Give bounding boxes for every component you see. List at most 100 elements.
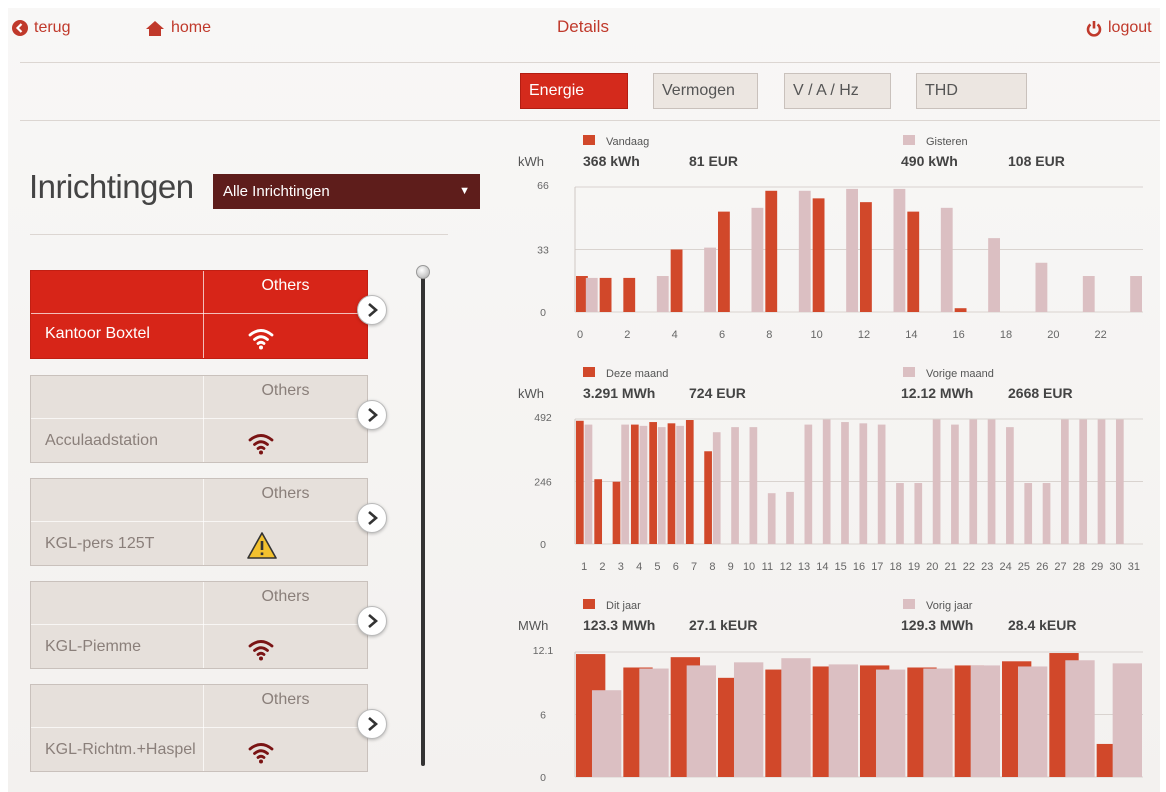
- tab-vah[interactable]: V / A / Hz: [784, 73, 891, 109]
- x-tick-label: 4: [636, 561, 642, 573]
- home-label: home: [171, 19, 212, 36]
- x-tick-label: 22: [1095, 329, 1107, 341]
- current-total: 368 kWh: [583, 153, 640, 169]
- bar-previous: [1097, 419, 1106, 544]
- legend-previous-swatch: [903, 367, 915, 377]
- current-cost: 724 EUR: [689, 385, 746, 401]
- card-divider-horizontal: [31, 418, 367, 419]
- device-card[interactable]: Others KGL-pers 125T: [30, 478, 387, 566]
- x-tick-label: 5: [654, 561, 660, 573]
- legend-previous-label: Vorige maand: [926, 368, 994, 380]
- bar-previous: [798, 190, 811, 312]
- bar-previous: [657, 427, 666, 544]
- legend-previous-label: Gisteren: [926, 136, 968, 148]
- bar-previous: [970, 665, 1000, 777]
- y-tick-label: 0: [540, 772, 546, 784]
- card-divider-horizontal: [31, 727, 367, 728]
- header-divider: [20, 62, 1160, 63]
- bar-previous: [923, 668, 953, 777]
- axis-unit-label: MWh: [518, 618, 548, 633]
- x-tick-label: 3: [618, 561, 624, 573]
- x-tick-label: 1: [581, 561, 587, 573]
- bar-previous: [1017, 666, 1048, 777]
- bar-current: [599, 277, 612, 312]
- previous-cost: 108 EUR: [1008, 153, 1065, 169]
- bar-previous: [584, 424, 593, 544]
- bar-previous: [951, 424, 959, 544]
- device-status: [246, 634, 276, 664]
- bar-previous: [731, 427, 739, 544]
- x-tick-label: 0: [577, 329, 583, 341]
- legend-current-label: Deze maand: [606, 368, 668, 380]
- x-tick-label: 12: [858, 329, 870, 341]
- legend-current-label: Dit jaar: [606, 600, 641, 612]
- device-card[interactable]: Others KGL-Richtm.+Haspel: [30, 684, 387, 772]
- x-tick-label: 31: [1128, 561, 1140, 573]
- device-name: Acculaadstation: [45, 432, 158, 449]
- tab-energie[interactable]: Energie: [520, 73, 628, 109]
- bar-previous: [639, 425, 648, 544]
- device-open-button[interactable]: [357, 503, 387, 533]
- axis-unit-label: kWh: [518, 386, 544, 401]
- bar-previous: [1065, 660, 1095, 777]
- bar-previous: [875, 669, 906, 777]
- tab-vermogen[interactable]: Vermogen: [653, 73, 758, 109]
- bar-current: [860, 202, 872, 312]
- device-card[interactable]: Others Kantoor Boxtel: [30, 270, 387, 359]
- x-tick-label: 6: [719, 329, 725, 341]
- x-tick-label: 29: [1091, 561, 1103, 573]
- card-divider-horizontal: [31, 624, 367, 625]
- bar-previous: [896, 483, 904, 544]
- x-tick-label: 8: [766, 329, 772, 341]
- logout-label: logout: [1108, 19, 1152, 36]
- bar-previous: [1115, 419, 1124, 544]
- back-arrow-icon: [12, 20, 28, 36]
- wifi-icon: [248, 434, 274, 455]
- logout-link[interactable]: logout: [1086, 19, 1152, 37]
- device-open-button[interactable]: [357, 606, 387, 636]
- device-category: Others: [261, 691, 310, 708]
- device-card[interactable]: Others Acculaadstation: [30, 375, 387, 463]
- device-filter-select[interactable]: Alle Inrichtingen ▼: [213, 174, 480, 209]
- device-card[interactable]: Others KGL-Piemme: [30, 581, 387, 669]
- chevron-right-icon: [368, 408, 378, 422]
- x-tick-label: 12: [780, 561, 792, 573]
- current-total: 3.291 MWh: [583, 385, 655, 401]
- monthly-energy-chart: Deze maand Vorige maand kWh 3.291 MWh 724 EU…: [518, 367, 1143, 573]
- device-open-button[interactable]: [357, 295, 387, 325]
- bar-previous: [591, 690, 622, 777]
- x-tick-label: 30: [1109, 561, 1121, 573]
- bar-current: [765, 190, 778, 312]
- app-window: terug home Details logout Energie Vermog…: [8, 8, 1160, 792]
- x-tick-label: 26: [1036, 561, 1048, 573]
- current-cost: 27.1 kEUR: [689, 617, 757, 633]
- bar-current: [907, 211, 920, 312]
- previous-cost: 28.4 kEUR: [1008, 617, 1076, 633]
- bar-previous: [767, 493, 776, 544]
- list-scrollbar[interactable]: [421, 272, 425, 766]
- y-tick-label: 492: [534, 412, 552, 424]
- wifi-icon: [248, 743, 274, 764]
- legend-previous-label: Vorig jaar: [926, 600, 973, 612]
- current-total: 123.3 MWh: [583, 617, 655, 633]
- bar-previous: [712, 432, 721, 544]
- device-open-button[interactable]: [357, 400, 387, 430]
- scrollbar-knob[interactable]: [416, 265, 430, 279]
- home-link[interactable]: home: [145, 19, 211, 37]
- back-link[interactable]: terug: [12, 19, 70, 37]
- section-title: Inrichtingen: [29, 168, 194, 205]
- dropdown-arrow-icon: ▼: [459, 185, 470, 197]
- bar-previous: [877, 424, 886, 544]
- x-tick-label: 19: [908, 561, 920, 573]
- x-tick-label: 28: [1073, 561, 1085, 573]
- back-label: terug: [34, 19, 71, 36]
- device-open-button[interactable]: [357, 709, 387, 739]
- legend-current-label: Vandaag: [606, 136, 649, 148]
- bar-current: [670, 249, 683, 312]
- device-category: Others: [261, 277, 310, 294]
- tab-thd[interactable]: THD: [916, 73, 1027, 109]
- bar-previous: [1112, 663, 1142, 777]
- bar-previous: [1130, 276, 1142, 312]
- x-tick-label: 20: [1047, 329, 1059, 341]
- x-tick-label: 11: [762, 561, 773, 573]
